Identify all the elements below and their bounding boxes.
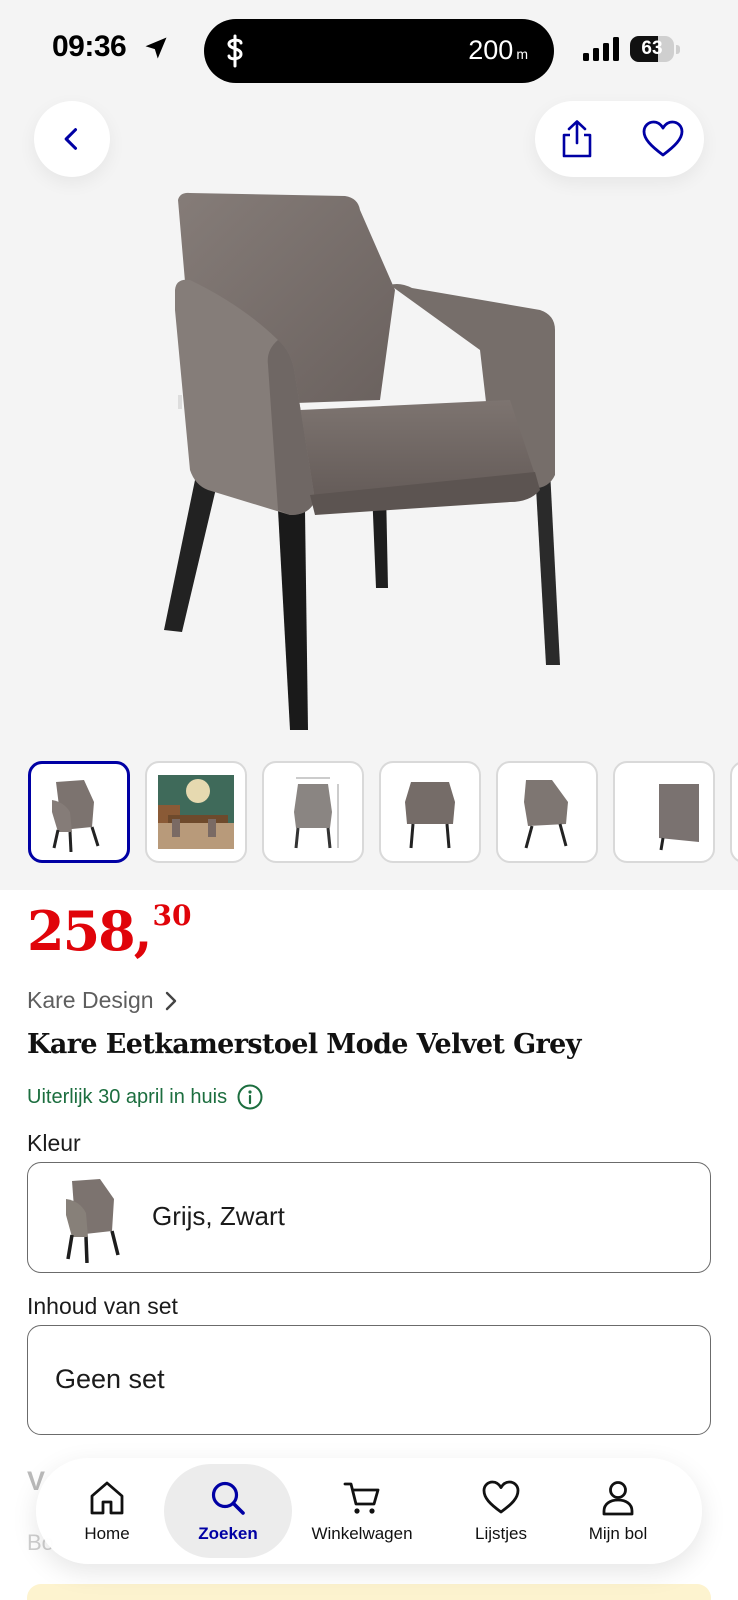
color-value: Grijs, Zwart	[152, 1201, 285, 1231]
header-actions	[535, 101, 704, 177]
tab-account[interactable]: Mijn bol	[578, 1458, 658, 1564]
thumbnail-1[interactable]	[28, 761, 130, 863]
dimensions-thumbnail-image	[294, 777, 339, 849]
cellular-signal-icon	[583, 37, 619, 61]
brand-link[interactable]: Kare Design	[27, 987, 178, 1014]
thumbnail-4[interactable]	[379, 761, 481, 863]
chair-thumbnail-image	[52, 780, 100, 852]
set-value: Geen set	[55, 1364, 165, 1394]
cart-icon	[343, 1482, 380, 1514]
share-icon	[562, 120, 592, 158]
tab-cart-label: Winkelwagen	[311, 1524, 413, 1543]
delivery-text: Uiterlijk 30 april in huis	[27, 1085, 228, 1108]
tab-lists-label: Lijstjes	[475, 1524, 527, 1543]
search-icon	[211, 1481, 245, 1515]
thumbnail-6[interactable]	[613, 761, 715, 863]
navigation-distance: 200 m	[468, 35, 528, 65]
thumbnail-strip	[28, 761, 738, 863]
bottom-tab-bar: Home Zoeken Winkelwagen Lijstjes Mijn bo…	[36, 1458, 702, 1564]
brand-name: Kare Design	[27, 987, 154, 1013]
navigation-turn-icon	[227, 34, 243, 68]
color-label: Kleur	[27, 1130, 81, 1156]
location-arrow-icon	[145, 37, 167, 59]
tab-cart[interactable]: Winkelwagen	[302, 1458, 422, 1564]
favorite-button[interactable]	[639, 117, 687, 161]
thumbnail-2[interactable]	[145, 761, 247, 863]
color-swatch-image	[66, 1179, 120, 1263]
chair-front-thumbnail-image	[405, 782, 455, 849]
dining-room-thumbnail-image	[158, 775, 234, 849]
product-title: Kare Eetkamerstoel Mode Velvet Grey	[27, 1029, 581, 1060]
promo-banner	[27, 1584, 711, 1600]
heart-icon	[482, 1480, 520, 1514]
chevron-left-icon	[64, 128, 78, 150]
status-time: 09:36	[52, 30, 127, 63]
chair-side-thumbnail-image	[524, 780, 568, 849]
tab-home[interactable]: Home	[72, 1458, 142, 1564]
user-icon	[602, 1481, 634, 1516]
dynamic-island[interactable]: 200 m	[204, 19, 554, 83]
set-label: Inhoud van set	[27, 1293, 178, 1319]
thumbnail-7[interactable]	[730, 761, 738, 863]
status-bar: 09:36 200 m 63	[0, 0, 738, 96]
product-price: 258,30	[27, 899, 192, 963]
tab-account-label: Mijn bol	[588, 1524, 648, 1543]
heart-icon	[642, 120, 684, 157]
thumbnail-3[interactable]	[262, 761, 364, 863]
battery-level: 63	[641, 38, 663, 59]
back-button[interactable]	[34, 101, 110, 177]
tab-lists[interactable]: Lijstjes	[456, 1458, 546, 1564]
tab-home-label: Home	[84, 1524, 130, 1543]
color-selector[interactable]: Grijs, Zwart	[27, 1162, 711, 1273]
set-selector[interactable]: Geen set	[27, 1325, 711, 1435]
tab-search-label: Zoeken	[198, 1524, 258, 1543]
product-image[interactable]	[150, 190, 590, 750]
battery-icon: 63	[630, 36, 680, 62]
tab-search[interactable]: Zoeken	[164, 1458, 292, 1564]
home-icon	[90, 1481, 124, 1515]
chair-back-thumbnail-image	[659, 784, 699, 851]
info-icon[interactable]	[237, 1084, 263, 1110]
delivery-info: Uiterlijk 30 april in huis	[27, 1084, 263, 1110]
thumbnail-5[interactable]	[496, 761, 598, 863]
chevron-right-icon	[165, 991, 176, 1010]
share-button[interactable]	[555, 117, 599, 161]
product-gallery: 09:36 200 m 63	[0, 0, 738, 890]
